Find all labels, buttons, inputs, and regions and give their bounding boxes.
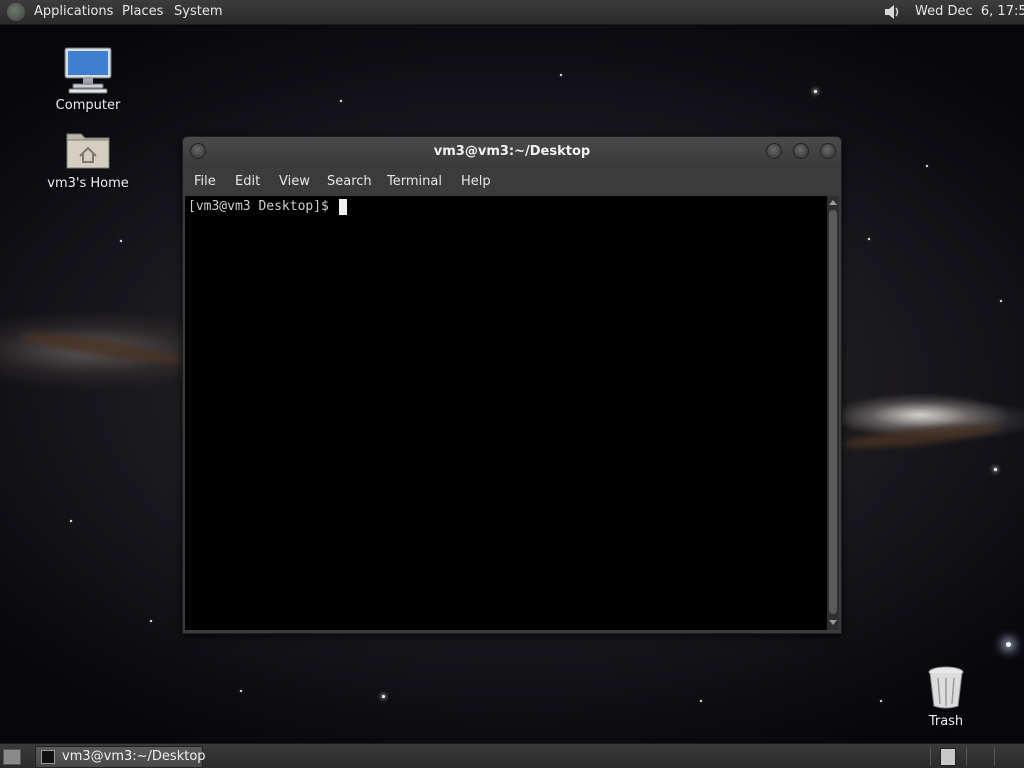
star xyxy=(814,90,817,93)
star xyxy=(70,520,72,522)
terminal-icon xyxy=(41,750,55,764)
desktop-wallpaper: Applications Places System Wed Dec 6, 17… xyxy=(0,0,1024,768)
places-menu[interactable]: Places xyxy=(122,4,163,19)
star xyxy=(382,695,385,698)
computer-label: Computer xyxy=(55,98,121,113)
star xyxy=(1006,642,1011,647)
star xyxy=(880,700,882,702)
taskbar-item-terminal[interactable]: vm3@vm3:~/Desktop xyxy=(35,746,206,768)
minimize-icon[interactable] xyxy=(766,143,782,159)
gnome-foot-icon[interactable] xyxy=(7,3,25,21)
star xyxy=(240,690,242,692)
galaxy-dust-lane xyxy=(19,327,186,369)
home-desktop-icon[interactable]: vm3's Home xyxy=(43,128,133,191)
scrollbar-thumb[interactable] xyxy=(829,210,837,614)
clock[interactable]: Wed Dec 6, 17:54 xyxy=(915,4,1024,19)
scroll-down-icon[interactable] xyxy=(829,620,837,625)
scroll-up-icon[interactable] xyxy=(829,200,837,205)
terminal-scrollbar[interactable] xyxy=(827,196,839,630)
home-label: vm3's Home xyxy=(47,176,129,191)
menu-search[interactable]: Search xyxy=(327,174,372,189)
star xyxy=(150,620,152,622)
home-folder-icon xyxy=(66,133,110,169)
trash-desktop-icon[interactable]: Trash xyxy=(901,666,991,729)
star xyxy=(340,100,342,102)
star xyxy=(1000,300,1002,302)
galaxy-dust-lane xyxy=(841,419,1003,453)
workspace-switcher[interactable] xyxy=(940,748,956,766)
window-title: vm3@vm3:~/Desktop xyxy=(433,144,591,159)
panel-separator xyxy=(930,747,931,766)
menu-help[interactable]: Help xyxy=(461,174,491,189)
bottom-panel: vm3@vm3:~/Desktop xyxy=(0,743,1024,768)
show-desktop-icon[interactable] xyxy=(3,749,21,765)
text-cursor xyxy=(339,199,347,215)
star xyxy=(994,468,997,471)
shell-prompt: [vm3@vm3 Desktop]$ xyxy=(188,199,337,214)
terminal-menubar: File Edit View Search Terminal Help xyxy=(183,167,841,195)
computer-desktop-icon[interactable]: Computer xyxy=(43,46,133,113)
terminal-output[interactable]: [vm3@vm3 Desktop]$ xyxy=(185,196,827,630)
menu-file[interactable]: File xyxy=(194,174,216,189)
menu-terminal[interactable]: Terminal xyxy=(387,174,442,189)
close-icon[interactable] xyxy=(820,143,836,159)
terminal-window: vm3@vm3:~/Desktop File Edit View Search … xyxy=(182,136,842,634)
star xyxy=(926,165,928,167)
taskbar-item-label: vm3@vm3:~/Desktop xyxy=(62,749,206,764)
star xyxy=(120,240,122,242)
trash-can-icon xyxy=(928,666,964,709)
computer-monitor-icon xyxy=(64,47,112,94)
panel-separator xyxy=(994,747,995,766)
window-titlebar[interactable]: vm3@vm3:~/Desktop xyxy=(183,137,841,167)
panel-separator xyxy=(966,747,967,766)
star xyxy=(700,700,702,702)
trash-label: Trash xyxy=(928,714,964,729)
maximize-icon[interactable] xyxy=(793,143,809,159)
star xyxy=(868,238,870,240)
speaker-icon[interactable] xyxy=(884,4,900,20)
applications-menu[interactable]: Applications xyxy=(34,4,113,19)
menu-view[interactable]: View xyxy=(279,174,310,189)
menu-edit[interactable]: Edit xyxy=(235,174,260,189)
top-panel: Applications Places System Wed Dec 6, 17… xyxy=(0,0,1024,25)
system-menu[interactable]: System xyxy=(174,4,222,19)
star xyxy=(560,74,562,76)
